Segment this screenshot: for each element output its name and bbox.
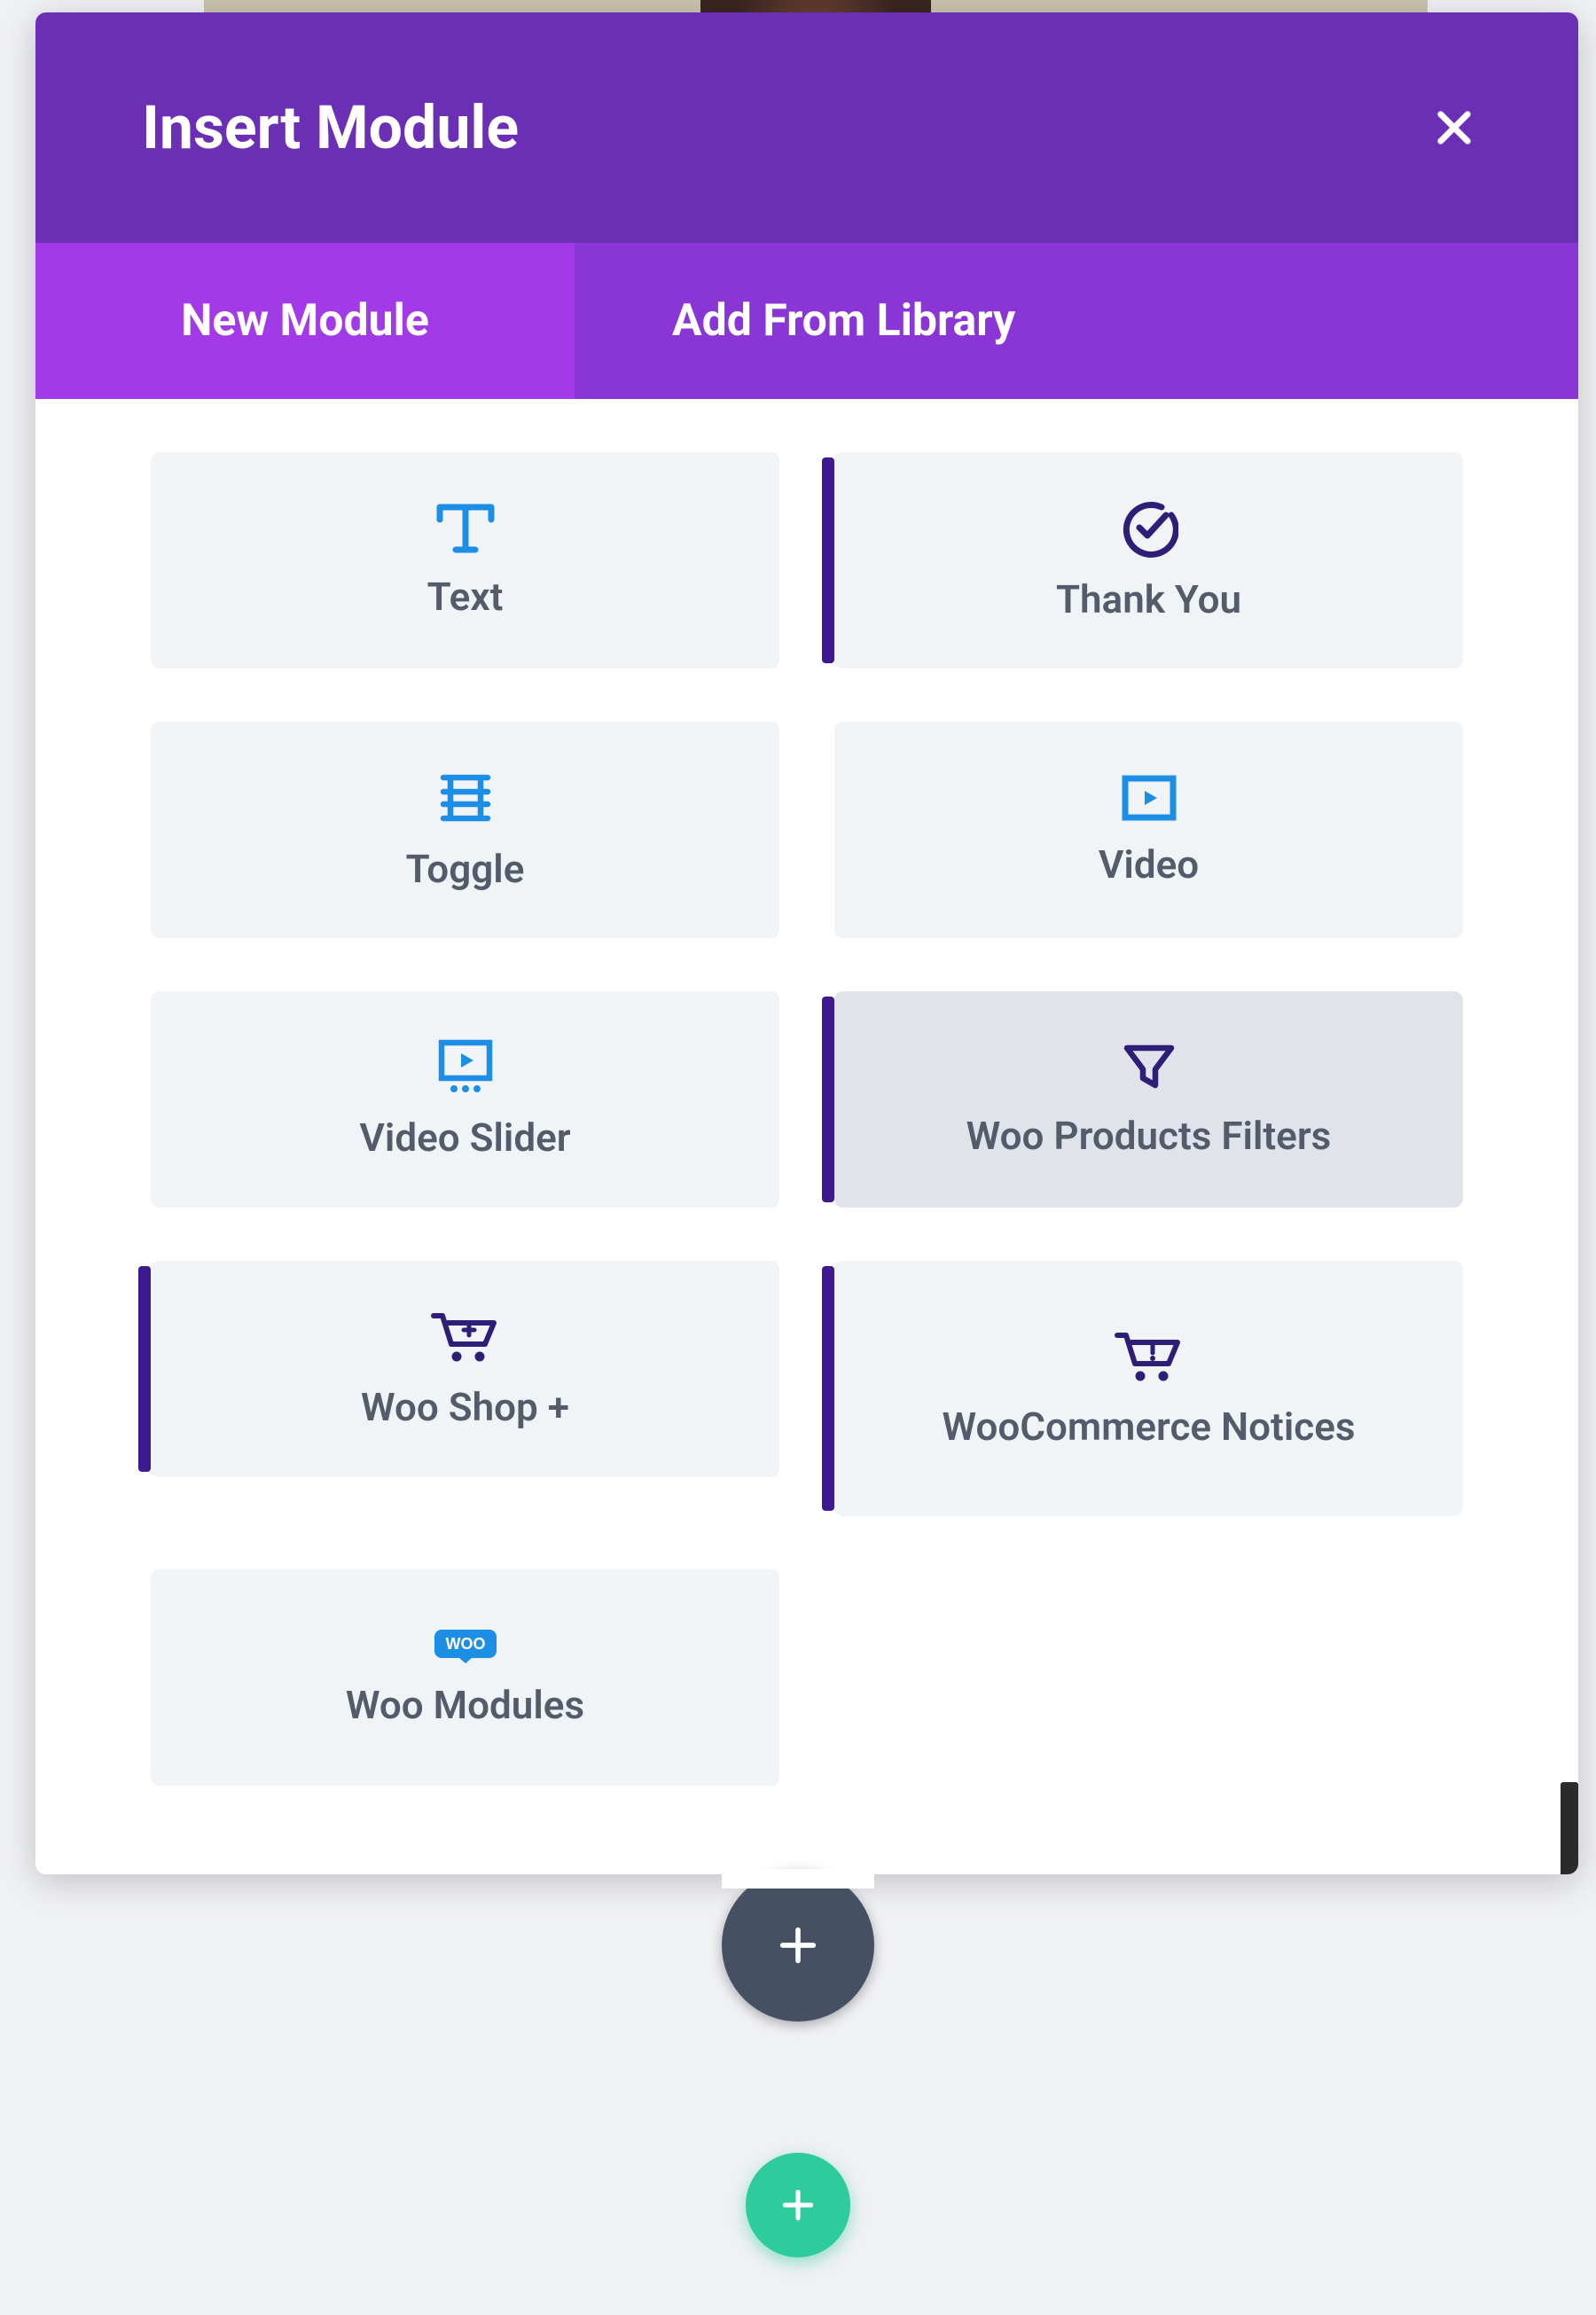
tab-label: New Module xyxy=(181,295,429,347)
check-circle-icon xyxy=(1120,499,1178,558)
modal-body: Text Thank You Toggle xyxy=(35,399,1578,1874)
module-woo-shop-plus[interactable]: Woo Shop + xyxy=(151,1261,779,1477)
module-video[interactable]: Video xyxy=(834,722,1463,938)
tab-add-from-library[interactable]: Add From Library xyxy=(575,243,1578,399)
add-row-button[interactable] xyxy=(746,2153,850,2257)
module-woo-products-filters[interactable]: Woo Products Filters xyxy=(834,991,1463,1208)
modal-title: Insert Module xyxy=(142,92,519,163)
module-video-slider[interactable]: Video Slider xyxy=(151,991,779,1208)
module-label: Woo Modules xyxy=(319,1683,611,1728)
close-button[interactable] xyxy=(1419,92,1490,163)
module-woo-modules[interactable]: WOO Woo Modules xyxy=(151,1569,779,1786)
cart-plus-icon xyxy=(428,1309,503,1365)
module-label: Woo Shop + xyxy=(334,1385,596,1430)
module-woocommerce-notices[interactable]: WooCommerce Notices xyxy=(834,1261,1463,1516)
module-label: Video xyxy=(1072,842,1225,888)
close-icon xyxy=(1431,105,1477,151)
cart-alert-icon xyxy=(1112,1328,1186,1385)
scrollbar-thumb[interactable] xyxy=(1561,1782,1578,1874)
module-label: Toggle xyxy=(379,847,552,892)
accent-bar xyxy=(822,997,834,1202)
accent-bar xyxy=(138,1266,151,1472)
toggle-icon xyxy=(434,769,497,827)
module-label: Woo Products Filters xyxy=(940,1114,1358,1159)
svg-text:WOO: WOO xyxy=(445,1635,485,1653)
modal-header: Insert Module xyxy=(35,12,1578,243)
module-grid: Text Thank You Toggle xyxy=(151,452,1463,1786)
accent-bar xyxy=(822,1266,834,1511)
video-icon xyxy=(1120,773,1178,823)
plus-icon xyxy=(775,1922,821,1968)
module-label: Thank You xyxy=(1029,577,1268,622)
woo-badge-icon: WOO xyxy=(433,1628,498,1663)
add-section-button[interactable] xyxy=(722,1869,874,2022)
module-label: Video Slider xyxy=(332,1115,597,1161)
plus-icon xyxy=(778,2186,818,2225)
text-icon xyxy=(436,502,495,555)
funnel-icon xyxy=(1120,1041,1178,1094)
tab-new-module[interactable]: New Module xyxy=(35,243,575,399)
insert-module-modal: Insert Module New Module Add From Librar… xyxy=(35,12,1578,1874)
module-thank-you[interactable]: Thank You xyxy=(834,452,1463,669)
modal-tabs: New Module Add From Library xyxy=(35,243,1578,399)
module-toggle[interactable]: Toggle xyxy=(151,722,779,938)
video-slider-icon xyxy=(434,1039,497,1096)
tab-label: Add From Library xyxy=(672,295,1015,347)
accent-bar xyxy=(822,458,834,663)
module-label: WooCommerce Notices xyxy=(915,1404,1381,1450)
module-label: Text xyxy=(401,575,530,620)
module-text[interactable]: Text xyxy=(151,452,779,669)
